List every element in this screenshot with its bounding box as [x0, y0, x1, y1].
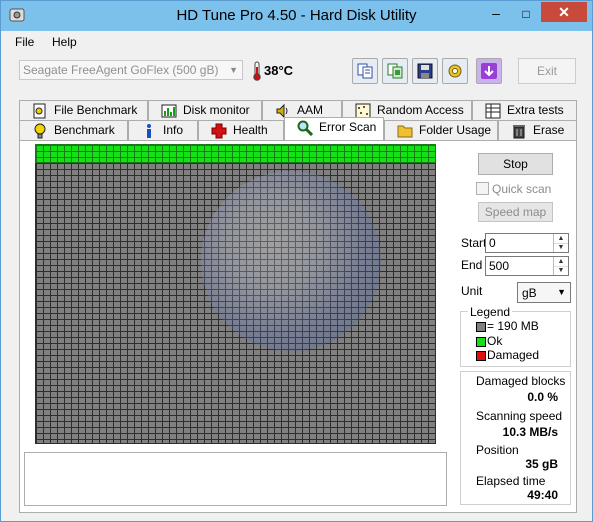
menu-file[interactable]: File [15, 35, 34, 49]
close-button[interactable]: ✕ [541, 2, 587, 22]
trash-icon [513, 125, 525, 139]
main-window: HD Tune Pro 4.50 - Hard Disk Utility – □… [0, 0, 593, 522]
tab-label: File Benchmark [54, 103, 138, 117]
thermometer-icon [253, 61, 261, 81]
chevron-down-icon: ▼ [229, 65, 238, 75]
magnifier-icon [297, 120, 313, 136]
copy-text-button[interactable] [352, 58, 378, 84]
speed-map-button[interactable]: Speed map [478, 202, 553, 222]
unit-select[interactable]: gB ▼ [517, 282, 571, 303]
quick-scan-checkbox[interactable] [476, 182, 489, 195]
tab-label: Random Access [377, 103, 464, 117]
end-label: End [461, 258, 483, 272]
temperature-readout: 38°C [264, 63, 294, 78]
start-down-arrow-icon[interactable]: ▼ [553, 243, 568, 252]
download-icon [481, 63, 497, 79]
title-bar[interactable]: HD Tune Pro 4.50 - Hard Disk Utility – □… [1, 1, 592, 31]
tab-health[interactable]: Health [198, 120, 284, 140]
position-value: 35 gB [525, 457, 558, 471]
scanning-speed-label: Scanning speed [476, 409, 563, 423]
start-value: 0 [489, 236, 496, 250]
legend-block-swatch [476, 322, 486, 332]
chevron-down-icon: ▼ [557, 287, 566, 297]
save-icon [417, 63, 433, 79]
drive-select-value: Seagate FreeAgent GoFlex (500 gB) [23, 63, 219, 77]
copy-screenshot-button[interactable] [382, 58, 408, 84]
damaged-blocks-value: 0.0 % [527, 390, 558, 404]
file-benchmark-icon [33, 103, 46, 119]
tab-label: Health [233, 123, 268, 137]
legend-ok-label: Ok [487, 334, 503, 348]
options-button[interactable] [442, 58, 468, 84]
tab-info[interactable]: Info [128, 120, 198, 140]
legend-damaged-swatch [476, 351, 486, 361]
legend-ok-swatch [476, 337, 486, 347]
health-cross-icon [211, 123, 227, 139]
quick-scan-label: Quick scan [492, 182, 552, 196]
copy-screenshot-icon [387, 63, 403, 79]
log-output-box[interactable] [24, 452, 447, 506]
menu-help[interactable]: Help [52, 35, 77, 49]
tab-extra-tests[interactable]: Extra tests [472, 100, 577, 120]
tab-erase[interactable]: Erase [498, 120, 577, 140]
disk-monitor-icon [161, 104, 177, 118]
tab-label: Info [163, 123, 184, 137]
start-input[interactable]: 0 ▲ ▼ [485, 233, 569, 253]
position-label: Position [476, 443, 519, 457]
tab-disk-monitor[interactable]: Disk monitor [148, 100, 262, 120]
menu-bar: File Help [1, 31, 592, 53]
tab-label: Folder Usage [419, 123, 492, 137]
elapsed-time-value: 49:40 [527, 488, 558, 502]
tab-folder-usage[interactable]: Folder Usage [384, 120, 498, 140]
folder-icon [397, 125, 413, 138]
start-label: Start [461, 236, 487, 250]
end-input[interactable]: 500 ▲ ▼ [485, 256, 569, 276]
damaged-blocks-label: Damaged blocks [476, 374, 566, 388]
watermark-disc-logo [201, 171, 381, 351]
legend-title: Legend [468, 305, 513, 319]
stop-button[interactable]: Stop [478, 153, 553, 175]
scanning-speed-value: 10.3 MB/s [502, 425, 558, 439]
legend-damaged-label: Damaged [487, 348, 540, 362]
exit-button[interactable]: Exit [518, 58, 576, 84]
tab-label: Benchmark [54, 123, 115, 137]
options-icon [448, 64, 462, 78]
tab-label: Erase [533, 123, 565, 137]
minimize-button[interactable]: – [483, 5, 509, 23]
drive-select[interactable]: Seagate FreeAgent GoFlex (500 gB) ▼ [19, 60, 243, 80]
elapsed-time-label: Elapsed time [476, 474, 546, 488]
tab-label: Extra tests [507, 103, 564, 117]
copy-text-icon [357, 63, 373, 79]
unit-select-value: gB [522, 286, 537, 300]
extra-tests-icon [485, 103, 501, 119]
tab-file-benchmark[interactable]: File Benchmark [19, 100, 148, 120]
tab-error-scan[interactable]: Error Scan [284, 117, 384, 140]
tab-label: AAM [297, 103, 324, 117]
benchmark-bulb-icon [34, 123, 46, 139]
tab-benchmark[interactable]: Benchmark [19, 120, 128, 140]
end-down-arrow-icon[interactable]: ▼ [553, 266, 568, 275]
legend-block-label: = 190 MB [487, 319, 539, 333]
tab-label: Disk monitor [183, 103, 250, 117]
tab-label: Error Scan [319, 120, 377, 134]
save-button[interactable] [412, 58, 438, 84]
unit-label: Unit [461, 284, 483, 298]
end-value: 500 [489, 259, 510, 273]
download-button[interactable] [476, 58, 502, 84]
maximize-button[interactable]: □ [513, 5, 539, 23]
block-map-ok-region [35, 144, 436, 163]
info-icon [147, 124, 151, 138]
